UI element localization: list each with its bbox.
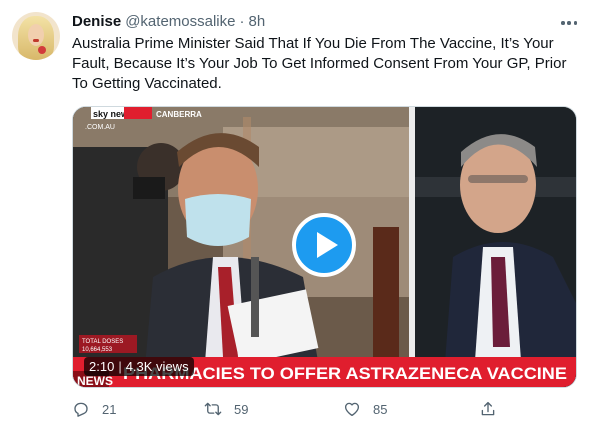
avatar-flower — [38, 46, 46, 54]
tweet-card[interactable]: Denise @katemossalike · 8h Australia Pri… — [0, 0, 593, 426]
play-button[interactable] — [292, 213, 356, 277]
video-player[interactable]: sky news .COM.AU CANBERRA TOTAL DOSES 10… — [72, 106, 577, 388]
share-icon — [481, 401, 495, 416]
tweet-time[interactable]: 8h — [248, 12, 265, 32]
display-name[interactable]: Denise — [72, 12, 121, 32]
like-button[interactable]: 85 — [343, 398, 387, 420]
separator-dot: · — [239, 13, 245, 30]
user-handle[interactable]: @katemossalike — [125, 12, 235, 32]
reply-count: 21 — [102, 401, 117, 417]
share-button[interactable] — [479, 398, 509, 420]
like-count: 85 — [373, 401, 388, 417]
video-duration: 2:10 — [89, 359, 115, 374]
headline-prefix: NEWS — [77, 374, 113, 388]
heart-icon — [344, 402, 360, 417]
video-views: 4.3K views — [125, 359, 189, 374]
location-label: CANBERRA — [156, 110, 202, 119]
retweet-button[interactable]: 59 — [204, 398, 248, 420]
tweet-text: Australia Prime Minister Said That If Yo… — [72, 35, 567, 92]
avatar-face — [28, 24, 44, 46]
retweet-count: 59 — [234, 401, 249, 417]
tweet-header: Denise @katemossalike · 8h — [72, 12, 265, 32]
avatar-lips — [33, 39, 39, 42]
total-doses-value: 10,664,553 — [82, 347, 113, 353]
action-bar: 21 59 85 — [72, 398, 512, 420]
more-options-icon[interactable] — [560, 14, 578, 32]
channel-domain: .COM.AU — [85, 124, 115, 131]
video-meta-badge: 2:10 | 4.3K views — [84, 357, 194, 376]
retweet-icon — [204, 402, 222, 416]
total-doses-label: TOTAL DOSES — [82, 339, 123, 345]
avatar[interactable] — [12, 12, 60, 60]
play-icon — [316, 232, 338, 258]
reply-icon — [74, 402, 88, 417]
reply-button[interactable]: 21 — [72, 398, 116, 420]
